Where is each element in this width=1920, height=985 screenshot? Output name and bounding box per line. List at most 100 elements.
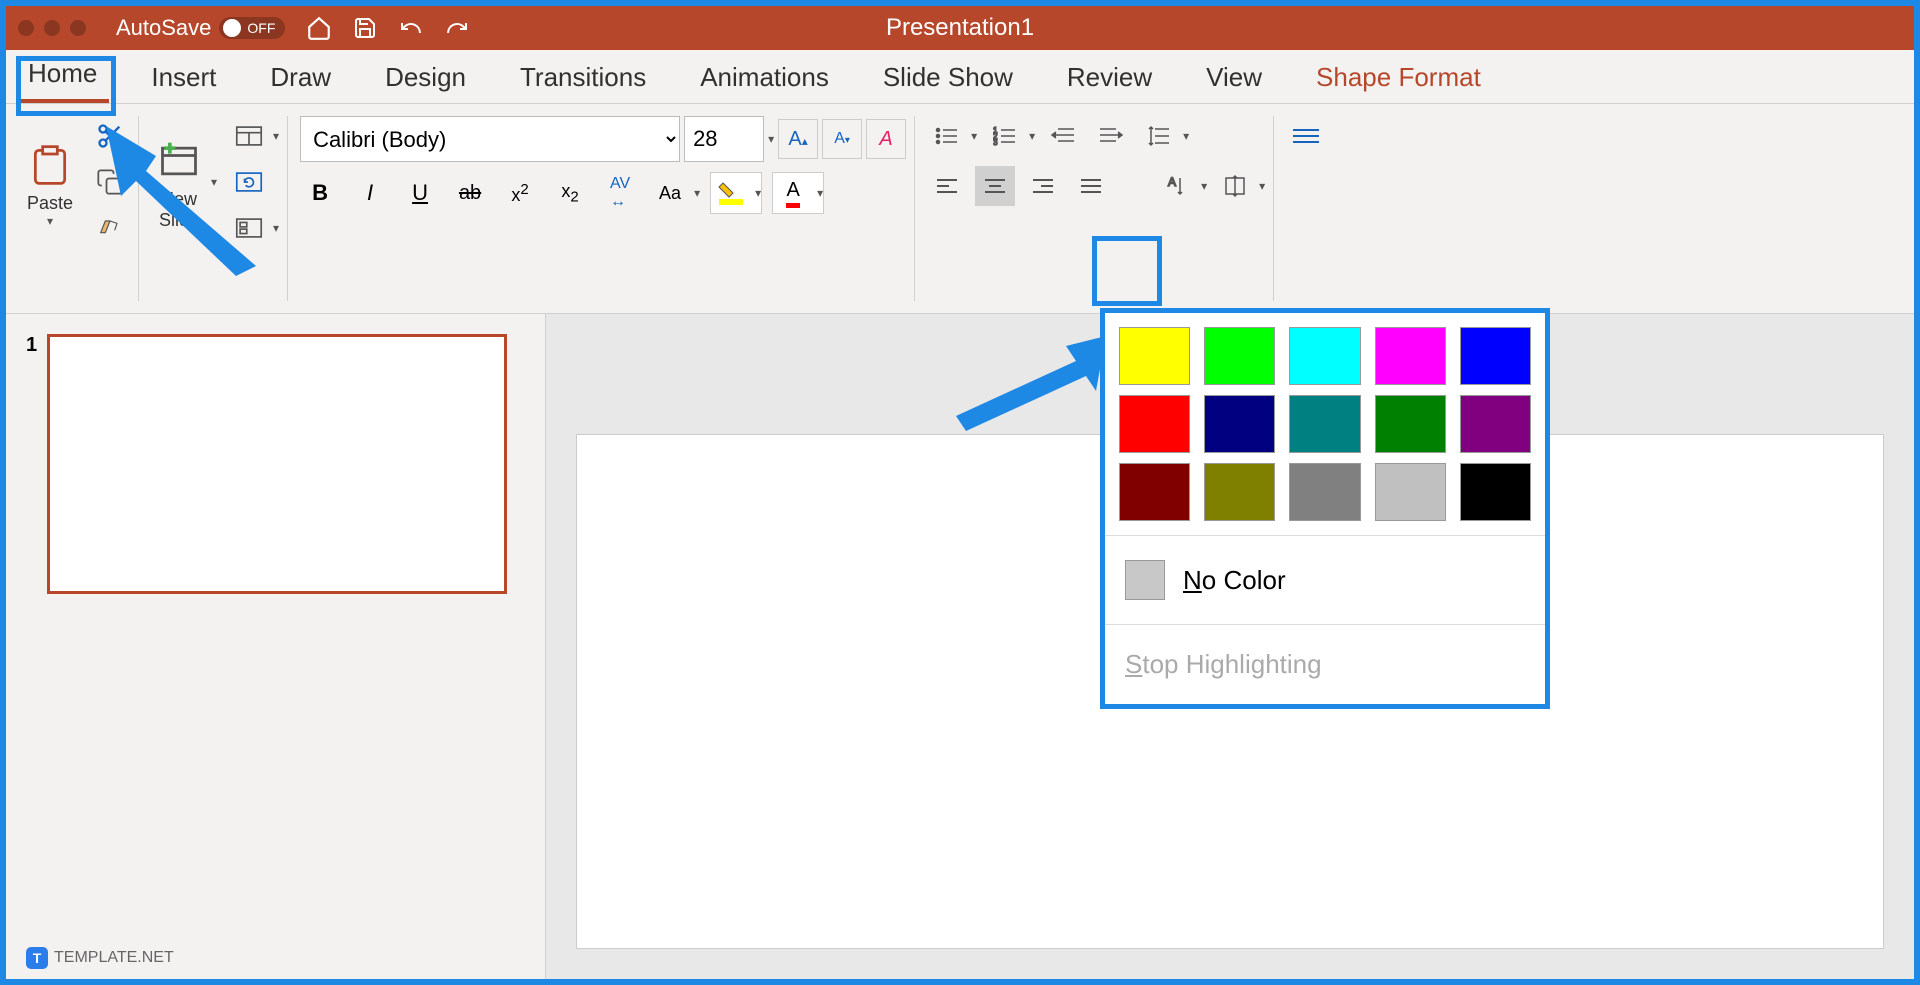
color-swatch[interactable]	[1460, 395, 1531, 453]
numbering-dropdown-icon[interactable]: ▾	[1029, 129, 1035, 143]
color-swatch[interactable]	[1204, 463, 1275, 521]
save-icon[interactable]	[351, 14, 379, 42]
tab-slideshow[interactable]: Slide Show	[871, 52, 1025, 103]
line-spacing-dropdown-icon[interactable]: ▾	[1183, 129, 1189, 143]
document-title: Presentation1	[886, 14, 1034, 42]
change-case-dropdown-icon[interactable]: ▾	[694, 186, 700, 200]
font-color-button[interactable]: A	[773, 173, 813, 213]
clear-formatting-button[interactable]: A	[866, 119, 906, 159]
watermark-text: TEMPLATE.NET	[54, 949, 174, 967]
superscript-button[interactable]: x2	[500, 173, 540, 213]
autosave[interactable]: AutoSave OFF	[116, 15, 285, 41]
decrease-font-button[interactable]: A▾	[822, 119, 862, 159]
tab-review[interactable]: Review	[1055, 52, 1164, 103]
align-left-button[interactable]	[927, 166, 967, 206]
thumbnail-panel: 1	[6, 314, 546, 979]
align-text-button[interactable]	[1215, 166, 1255, 206]
char-spacing-button[interactable]: AV↔	[600, 173, 640, 213]
color-swatch[interactable]	[1204, 395, 1275, 453]
redo-icon[interactable]	[443, 14, 471, 42]
numbering-button[interactable]: 123	[985, 116, 1025, 156]
color-swatch[interactable]	[1119, 327, 1190, 385]
color-swatch[interactable]	[1460, 463, 1531, 521]
subscript-button[interactable]: x2	[550, 173, 590, 213]
overflow-group	[1278, 116, 1334, 301]
text-direction-dropdown-icon[interactable]: ▾	[1201, 179, 1207, 193]
window-controls	[18, 20, 86, 36]
color-swatch[interactable]	[1460, 327, 1531, 385]
strikethrough-button[interactable]: ab	[450, 173, 490, 213]
highlight-color-button[interactable]	[711, 173, 751, 213]
tab-home[interactable]: Home	[16, 48, 109, 103]
tab-transitions[interactable]: Transitions	[508, 52, 658, 103]
no-color-label: No Color	[1183, 565, 1286, 596]
autosave-toggle[interactable]: OFF	[219, 17, 285, 39]
close-window[interactable]	[18, 20, 34, 36]
toggle-knob	[223, 19, 241, 37]
color-swatch[interactable]	[1119, 395, 1190, 453]
tab-shape-format[interactable]: Shape Format	[1304, 52, 1493, 103]
justify-button[interactable]	[1071, 166, 1111, 206]
no-color-option[interactable]: No Color	[1119, 550, 1531, 610]
increase-indent-button[interactable]	[1091, 116, 1131, 156]
color-swatch[interactable]	[1289, 327, 1360, 385]
thumbnail-item[interactable]: 1	[26, 334, 525, 594]
color-swatch[interactable]	[1375, 395, 1446, 453]
stop-highlighting-label: Stop Highlighting	[1125, 649, 1322, 680]
color-swatch[interactable]	[1289, 463, 1360, 521]
align-center-button[interactable]	[975, 166, 1015, 206]
no-color-swatch-icon	[1125, 560, 1165, 600]
underline-button[interactable]: U	[400, 173, 440, 213]
titlebar: AutoSave OFF Presentation1	[6, 6, 1914, 50]
color-swatch[interactable]	[1375, 327, 1446, 385]
decrease-indent-button[interactable]	[1043, 116, 1083, 156]
font-size-input[interactable]	[684, 116, 764, 162]
thumbnail-preview[interactable]	[47, 334, 507, 594]
undo-icon[interactable]	[397, 14, 425, 42]
align-right-button[interactable]	[1023, 166, 1063, 206]
align-text-dropdown-icon[interactable]: ▾	[1259, 179, 1265, 193]
minimize-window[interactable]	[44, 20, 60, 36]
paste-button[interactable]	[22, 137, 78, 193]
font-color-dropdown-icon[interactable]: ▾	[817, 186, 823, 200]
autosave-label: AutoSave	[116, 15, 211, 41]
svg-text:A: A	[1168, 175, 1176, 189]
tab-insert[interactable]: Insert	[139, 52, 228, 103]
home-icon[interactable]	[305, 14, 333, 42]
text-direction-button[interactable]: A	[1157, 166, 1197, 206]
color-swatch[interactable]	[1375, 463, 1446, 521]
color-swatch[interactable]	[1204, 327, 1275, 385]
annotation-arrow-2	[946, 336, 1126, 441]
more-options-button[interactable]	[1286, 116, 1326, 156]
watermark: T TEMPLATE.NET	[26, 947, 174, 969]
bold-button[interactable]: B	[300, 173, 340, 213]
tab-draw[interactable]: Draw	[258, 52, 343, 103]
bullets-button[interactable]	[927, 116, 967, 156]
bullets-dropdown-icon[interactable]: ▾	[971, 129, 977, 143]
tab-design[interactable]: Design	[373, 52, 478, 103]
font-group: Calibri (Body) ▾ A▴ A▾ A B I U ab x2 x2 …	[292, 116, 915, 301]
ribbon: Paste ▾ New Slide	[6, 104, 1914, 314]
font-size-dropdown-icon[interactable]: ▾	[768, 132, 774, 146]
tab-bar: Home Insert Draw Design Transitions Anim…	[6, 50, 1914, 104]
paste-dropdown-icon[interactable]: ▾	[47, 214, 53, 228]
thumbnail-number: 1	[26, 334, 37, 594]
increase-font-button[interactable]: A▴	[778, 119, 818, 159]
color-swatch[interactable]	[1119, 463, 1190, 521]
quick-access	[305, 14, 471, 42]
italic-button[interactable]: I	[350, 173, 390, 213]
watermark-icon: T	[26, 947, 48, 969]
highlight-dropdown-icon[interactable]: ▾	[755, 186, 761, 200]
stop-highlighting-option: Stop Highlighting	[1119, 639, 1531, 690]
maximize-window[interactable]	[70, 20, 86, 36]
line-spacing-button[interactable]	[1139, 116, 1179, 156]
color-swatch-grid	[1119, 327, 1531, 521]
paragraph-group: ▾ 123 ▾ ▾ A ▾ ▾	[919, 116, 1274, 301]
highlight-color-dropdown: No Color Stop Highlighting	[1100, 308, 1550, 709]
color-swatch[interactable]	[1289, 395, 1360, 453]
svg-text:3: 3	[993, 138, 998, 146]
change-case-button[interactable]: Aa	[650, 173, 690, 213]
tab-animations[interactable]: Animations	[688, 52, 841, 103]
tab-view[interactable]: View	[1194, 52, 1274, 103]
font-name-select[interactable]: Calibri (Body)	[300, 116, 680, 162]
